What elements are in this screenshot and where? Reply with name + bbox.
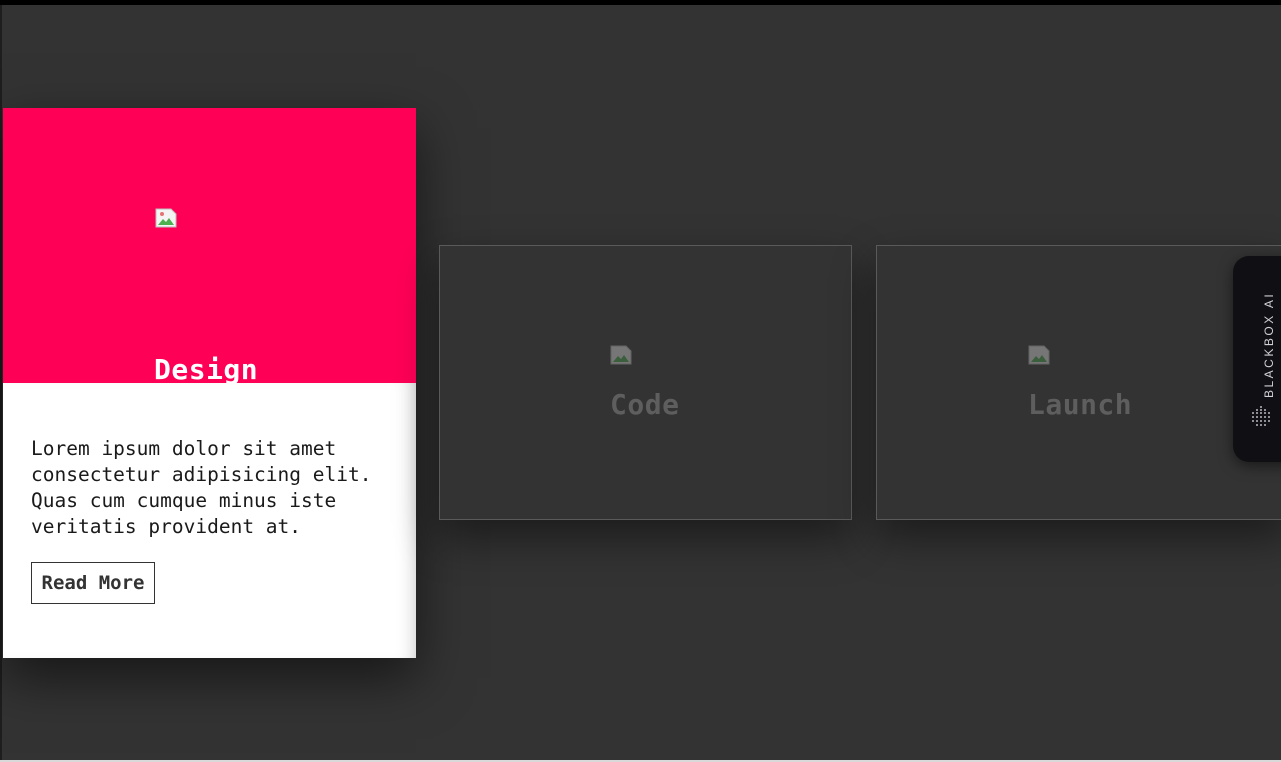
design-card-title: Design	[154, 353, 259, 386]
launch-card-title: Launch	[1028, 388, 1133, 421]
code-card[interactable]: Code	[439, 245, 852, 520]
code-card-title: Code	[610, 388, 680, 421]
launch-card[interactable]: Launch	[876, 245, 1281, 520]
design-card-description: Lorem ipsum dolor sit amet consectetur a…	[31, 437, 372, 538]
read-more-button[interactable]: Read More	[31, 562, 155, 604]
broken-image-icon	[1028, 345, 1050, 365]
broken-image-icon	[155, 208, 177, 228]
design-card-face-front: Design	[3, 108, 416, 386]
broken-image-icon	[610, 345, 632, 365]
design-card[interactable]: Design Lorem ipsum dolor sit amet consec…	[3, 108, 416, 658]
blackbox-ai-sidebar-tab[interactable]: BLACKBOX AI	[1233, 256, 1281, 462]
blackbox-dots-icon	[1252, 406, 1270, 426]
blackbox-ai-label: BLACKBOX AI	[1262, 291, 1276, 398]
